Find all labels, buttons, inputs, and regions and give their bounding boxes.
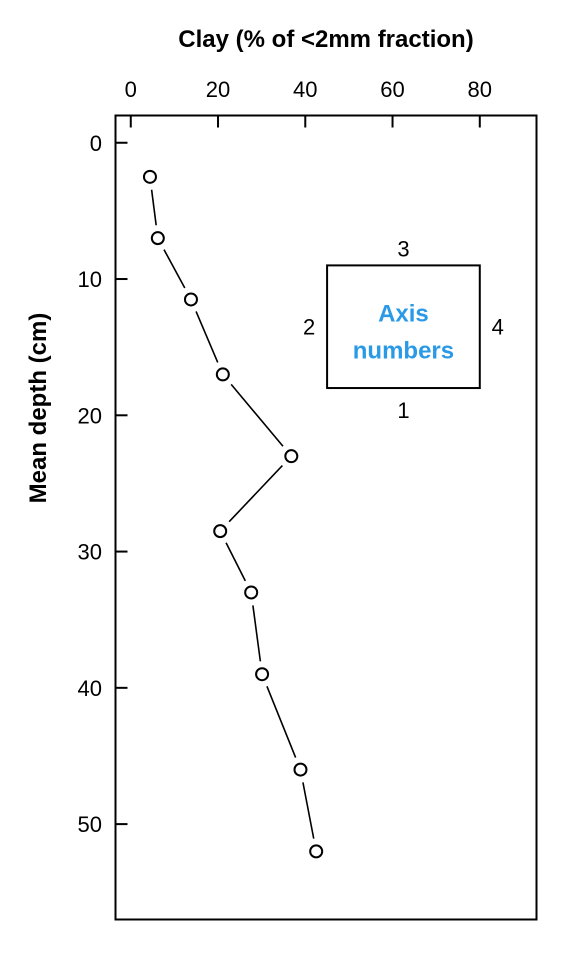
y-axis-ticks: 0 10 20 30 40 50	[78, 131, 128, 837]
line-segment-2	[163, 249, 186, 289]
x-tick-label-80: 80	[468, 77, 492, 102]
line-segment-5	[228, 465, 283, 523]
annotation-line-1: Axis	[378, 301, 429, 328]
series-line-segments	[150, 189, 315, 839]
data-point-9	[293, 762, 308, 777]
y-tick-label-40: 40	[78, 676, 102, 701]
data-point-1	[142, 169, 157, 184]
side-label-right: 4	[492, 315, 504, 340]
side-label-top: 3	[397, 236, 409, 261]
y-axis-label: Mean depth (cm)	[25, 313, 52, 504]
x-tick-label-20: 20	[206, 77, 230, 102]
annotation-line-2: numbers	[353, 338, 454, 365]
data-point-6	[213, 524, 228, 539]
data-point-3	[183, 292, 198, 307]
y-tick-label-10: 10	[78, 267, 102, 292]
plot-frame	[114, 114, 538, 921]
line-segment-3	[195, 311, 219, 363]
line-segment-4	[230, 383, 284, 447]
data-point-8	[255, 667, 270, 682]
line-segment-8	[266, 685, 297, 758]
data-point-7	[244, 585, 259, 600]
x-axis-label: Clay (% of <2mm fraction)	[178, 26, 473, 53]
data-point-4	[215, 367, 230, 382]
series-points	[142, 169, 324, 859]
y-tick-label-0: 0	[90, 131, 102, 156]
data-point-5	[284, 449, 299, 464]
side-label-left: 2	[303, 315, 315, 340]
line-segment-9	[302, 782, 315, 839]
y-tick-label-50: 50	[78, 812, 102, 837]
side-label-bottom: 1	[397, 398, 409, 423]
data-point-2	[150, 231, 165, 246]
line-segment-7	[252, 605, 262, 662]
x-axis-ticks: 0 20 40 60 80	[125, 77, 492, 128]
y-tick-label-30: 30	[78, 540, 102, 565]
line-segment-1	[150, 189, 157, 226]
line-segment-6	[225, 542, 247, 582]
x-tick-label-60: 60	[380, 77, 404, 102]
clay-depth-chart: Clay (% of <2mm fraction) Mean depth (cm…	[25, 26, 538, 921]
x-tick-label-0: 0	[125, 77, 137, 102]
axis-numbers-annotation: Axis numbers 1 2 3 4	[303, 236, 504, 423]
x-tick-label-40: 40	[293, 77, 317, 102]
y-tick-label-20: 20	[78, 403, 102, 428]
data-point-10	[309, 844, 324, 859]
